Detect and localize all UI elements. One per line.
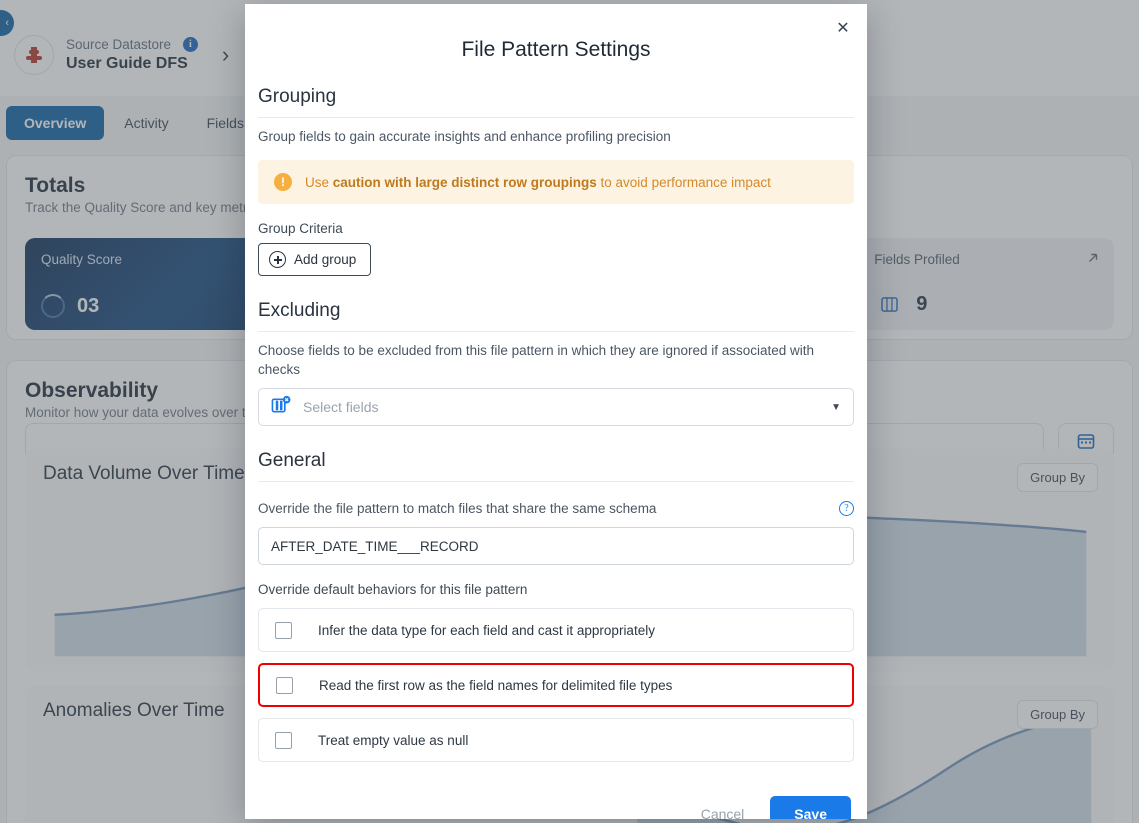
warning-exclamation-icon: ! (274, 173, 292, 191)
checkbox-row-treat-empty-as-null[interactable]: Treat empty value as null (258, 718, 854, 762)
add-group-label: Add group (294, 252, 356, 267)
group-criteria-label: Group Criteria (258, 221, 854, 236)
warning-prefix: Use (305, 175, 333, 190)
close-icon[interactable]: ✕ (831, 18, 855, 42)
checkbox-label: Read the first row as the field names fo… (319, 678, 672, 693)
chevron-down-icon[interactable]: ▼ (831, 402, 841, 413)
save-button[interactable]: Save (770, 796, 851, 819)
warning-strong: caution with large distinct row grouping… (333, 175, 597, 190)
general-section-heading: General (258, 450, 854, 482)
checkbox-label: Infer the data type for each field and c… (318, 623, 655, 638)
file-pattern-input[interactable] (258, 527, 854, 565)
exclude-fields-select[interactable]: Select fields ▼ (258, 388, 854, 426)
dialog-title: File Pattern Settings (245, 4, 867, 62)
help-circle-icon[interactable]: ? (839, 501, 854, 516)
dialog-footer: Cancel Save (258, 796, 854, 819)
override-pattern-label: Override the file pattern to match files… (258, 499, 656, 518)
override-behaviors-label: Override default behaviors for this file… (258, 582, 854, 597)
checkbox-icon[interactable] (275, 732, 292, 749)
excluding-description: Choose fields to be excluded from this f… (258, 341, 854, 379)
excluding-section-heading: Excluding (258, 300, 854, 332)
plus-circle-icon (269, 251, 286, 268)
checkbox-row-infer-data-type[interactable]: Infer the data type for each field and c… (258, 608, 854, 652)
grouping-warning-banner: ! Use caution with large distinct row gr… (258, 160, 854, 204)
cancel-button[interactable]: Cancel (687, 797, 759, 819)
override-pattern-row: Override the file pattern to match files… (258, 499, 854, 518)
warning-suffix: to avoid performance impact (597, 175, 771, 190)
file-pattern-settings-dialog: ✕ File Pattern Settings Grouping Group f… (245, 4, 867, 819)
add-group-button[interactable]: Add group (258, 243, 371, 276)
checkbox-label: Treat empty value as null (318, 733, 468, 748)
columns-exclude-icon (271, 395, 292, 420)
grouping-description: Group fields to gain accurate insights a… (258, 127, 854, 146)
checkbox-row-read-first-row[interactable]: Read the first row as the field names fo… (258, 663, 854, 707)
grouping-section-heading: Grouping (258, 86, 854, 118)
checkbox-icon[interactable] (276, 677, 293, 694)
checkbox-icon[interactable] (275, 622, 292, 639)
grouping-warning-text: Use caution with large distinct row grou… (305, 175, 771, 190)
exclude-fields-placeholder: Select fields (303, 399, 831, 415)
